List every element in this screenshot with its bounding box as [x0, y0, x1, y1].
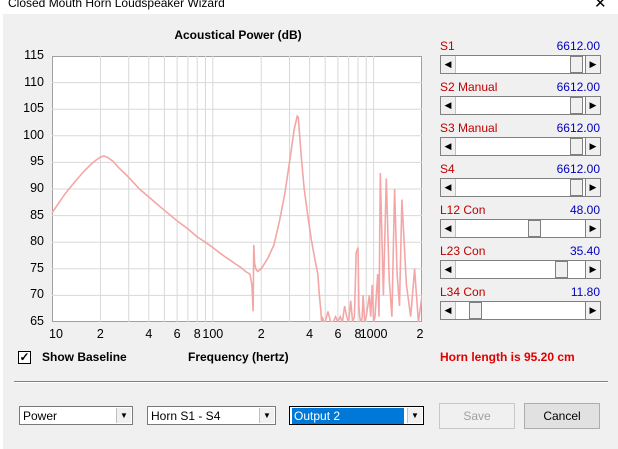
chart-title: Acoustical Power (dB): [174, 28, 302, 42]
scroll-left-icon[interactable]: ◀: [441, 302, 456, 319]
slider-thumb[interactable]: [570, 138, 584, 155]
x-tick-label: 100: [202, 327, 224, 341]
x-tick-label: 8: [193, 327, 201, 341]
window-title: Closed Mouth Horn Loudspeaker Wizard: [8, 0, 225, 10]
cancel-button[interactable]: Cancel: [524, 403, 600, 429]
x-tick-label: 1000: [359, 327, 388, 341]
slider-thumb[interactable]: [570, 97, 584, 114]
scroll-right-icon[interactable]: ▶: [585, 261, 600, 278]
x-tick-label: 10: [49, 327, 63, 341]
slider-label: S2 Manual: [440, 80, 498, 94]
slider-thumb[interactable]: [570, 56, 584, 73]
y-tick-label: 70: [30, 287, 44, 302]
slider-scrollbar[interactable]: ◀ ▶: [440, 301, 601, 320]
chevron-down-icon[interactable]: ▼: [116, 408, 131, 423]
x-tick-label: 4: [306, 327, 314, 341]
y-tick-label: 110: [24, 74, 44, 89]
x-tick-label: 2: [416, 327, 424, 341]
chevron-down-icon[interactable]: ▼: [407, 408, 422, 423]
y-tick-label: 75: [30, 260, 44, 275]
y-tick-label: 115: [24, 48, 44, 62]
checkbox-box[interactable]: ✓: [18, 351, 31, 364]
horn-section-combo[interactable]: Horn S1 - S4 ▼: [147, 406, 276, 425]
slider-thumb[interactable]: [468, 302, 482, 319]
slider-value: 6612.00: [556, 39, 600, 53]
scroll-right-icon[interactable]: ▶: [585, 56, 600, 73]
slider-label: L12 Con: [440, 203, 486, 217]
scroll-left-icon[interactable]: ◀: [441, 56, 456, 73]
slider-value: 11.80: [570, 285, 600, 299]
slider-label: S1: [440, 39, 455, 53]
scroll-right-icon[interactable]: ▶: [585, 138, 600, 155]
slider-label: L23 Con: [440, 244, 486, 258]
y-tick-label: 65: [30, 314, 44, 328]
y-tick-label: 95: [30, 154, 44, 169]
slider-scrollbar[interactable]: ◀ ▶: [440, 96, 601, 115]
scroll-right-icon[interactable]: ▶: [585, 179, 600, 196]
slider-value: 6612.00: [556, 162, 600, 176]
y-tick-label: 100: [23, 127, 44, 142]
slider-value: 6612.00: [556, 121, 600, 135]
output-select-value: Output 2: [292, 408, 404, 424]
slider-value: 6612.00: [556, 80, 600, 94]
output-type-value: Power: [23, 409, 58, 423]
slider-scrollbar[interactable]: ◀ ▶: [440, 219, 601, 238]
y-tick-label: 85: [30, 207, 44, 222]
slider-scrollbar[interactable]: ◀ ▶: [440, 137, 601, 156]
scroll-left-icon[interactable]: ◀: [441, 97, 456, 114]
x-tick-label: 4: [145, 327, 153, 341]
scroll-left-icon[interactable]: ◀: [441, 261, 456, 278]
slider-thumb[interactable]: [527, 220, 541, 237]
scroll-right-icon[interactable]: ▶: [585, 220, 600, 237]
scroll-left-icon[interactable]: ◀: [441, 220, 456, 237]
title-bar: Closed Mouth Horn Loudspeaker Wizard ✕: [0, 0, 618, 14]
x-tick-label: 2: [257, 327, 265, 341]
x-axis-label: Frequency (hertz): [188, 350, 289, 364]
slider-thumb[interactable]: [570, 179, 584, 196]
slider-value: 48.00: [569, 203, 600, 217]
save-button[interactable]: Save: [439, 403, 515, 429]
slider-thumb[interactable]: [554, 261, 568, 278]
slider-scrollbar[interactable]: ◀ ▶: [440, 55, 601, 74]
y-tick-label: 105: [23, 101, 44, 116]
scroll-left-icon[interactable]: ◀: [441, 179, 456, 196]
slider-label: S4: [440, 162, 455, 176]
output-select-combo[interactable]: Output 2 ▼: [289, 406, 424, 425]
x-tick-label: 2: [96, 327, 104, 341]
window-left-edge: [0, 0, 3, 449]
slider-value: 35.40: [569, 244, 600, 258]
horn-length-text: Horn length is 95.20 cm: [440, 350, 575, 364]
show-baseline-label: Show Baseline: [42, 350, 127, 364]
output-type-combo[interactable]: Power ▼: [19, 406, 133, 425]
horn-section-value: Horn S1 - S4: [151, 409, 221, 423]
close-icon[interactable]: ✕: [594, 0, 607, 12]
scroll-left-icon[interactable]: ◀: [441, 138, 456, 155]
y-tick-label: 90: [30, 181, 44, 195]
scroll-right-icon[interactable]: ▶: [585, 302, 600, 319]
separator: [14, 381, 608, 383]
slider-label: L34 Con: [440, 285, 486, 299]
slider-scrollbar[interactable]: ◀ ▶: [440, 178, 601, 197]
y-tick-label: 80: [30, 234, 44, 249]
frequency-response-chart: [52, 56, 422, 322]
x-tick-label: 6: [334, 327, 342, 341]
scroll-right-icon[interactable]: ▶: [585, 97, 600, 114]
chevron-down-icon[interactable]: ▼: [259, 408, 274, 423]
slider-label: S3 Manual: [440, 121, 498, 135]
slider-scrollbar[interactable]: ◀ ▶: [440, 260, 601, 279]
x-tick-label: 6: [173, 327, 181, 341]
